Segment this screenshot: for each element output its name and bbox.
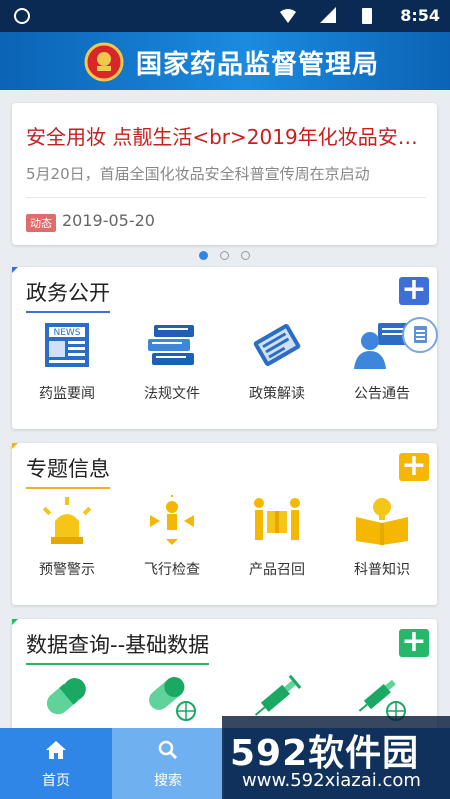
watermark-url: www.592xiazai.com <box>242 770 421 791</box>
wifi-icon <box>280 8 296 23</box>
status-bar: 8:54 <box>0 0 450 32</box>
tab-label: 首页 <box>42 773 70 789</box>
menu-item-label: 科普知识 <box>354 562 410 578</box>
menu-item-label: 预警警示 <box>39 562 95 578</box>
menu-item[interactable]: 政策解读 <box>232 319 322 403</box>
news-banner[interactable]: 安全用妆 点靓生活<br>2019年化妆品安全科普宣传周 5月20日，首届全国化… <box>12 103 437 245</box>
newspaper-icon: NEWS <box>45 323 89 367</box>
system-status-icons <box>280 7 372 24</box>
more-button[interactable]: + <box>399 451 429 481</box>
banner-headline[interactable]: 安全用妆 点靓生活<br>2019年化妆品安全科普宣传周 <box>26 121 426 150</box>
divider <box>26 197 426 198</box>
watermark-brand: 592软件园 <box>230 733 420 774</box>
capsule-globe-icon <box>149 677 196 721</box>
section-special-topics: 专题信息 + 预警警示 飞行检查 产品召回 科普知识 <box>12 443 437 605</box>
alarm-light-icon <box>42 497 92 544</box>
paper-roll-icon <box>253 323 301 367</box>
menu-item-label: 公告通告 <box>354 386 410 402</box>
menu-item[interactable]: 科普知识 <box>337 495 427 579</box>
tab-label: 搜索 <box>154 773 182 789</box>
news-tag: 动态 <box>26 214 56 232</box>
section-title: 数据查询--基础数据 <box>26 629 210 665</box>
carousel-dot[interactable] <box>220 251 229 260</box>
svg-text:NEWS: NEWS <box>53 328 80 338</box>
menu-item[interactable]: 法规文件 <box>127 319 217 403</box>
more-button[interactable]: + <box>399 275 429 305</box>
battery-icon <box>362 8 372 24</box>
app-header: 国家药品监督管理局 <box>0 32 450 90</box>
section-gov-affairs: 政务公开 + NEWS 药监要闻 法规文件 政策解读 公告通告 <box>12 267 437 429</box>
more-button[interactable]: + <box>399 627 429 657</box>
floating-document-button[interactable] <box>402 317 438 353</box>
carousel-dot[interactable] <box>199 251 208 260</box>
menu-item[interactable]: 飞行检查 <box>127 493 217 579</box>
document-icon <box>414 326 427 343</box>
section-title: 专题信息 <box>26 453 110 489</box>
capsule-icon <box>46 678 86 715</box>
menu-item-label: 法规文件 <box>144 386 200 402</box>
search-icon <box>158 740 178 760</box>
menu-item-label: 产品召回 <box>249 562 305 578</box>
banner-summary: 5月20日，首届全国化妆品安全科普宣传周在京启动 <box>26 165 370 183</box>
menu-item[interactable]: 预警警示 <box>22 495 112 579</box>
menu-item-label: 药监要闻 <box>39 386 95 402</box>
national-emblem-icon <box>84 42 124 82</box>
clock: 8:54 <box>400 6 440 25</box>
section-title: 政务公开 <box>26 277 110 313</box>
tab-home[interactable]: 首页 <box>0 728 112 799</box>
books-icon <box>148 325 194 365</box>
menu-item-label: 政策解读 <box>249 386 305 402</box>
tab-search[interactable]: 搜索 <box>112 728 224 799</box>
news-date: 2019-05-20 <box>62 211 155 230</box>
recall-icon <box>254 498 300 540</box>
menu-item-label: 飞行检查 <box>144 562 200 578</box>
watermark: 592软件园 www.592xiazai.com <box>222 716 450 799</box>
page-title: 国家药品监督管理局 <box>136 50 380 80</box>
cellular-icon <box>320 7 336 23</box>
menu-item[interactable]: 产品召回 <box>232 495 322 579</box>
inspection-icon <box>150 493 194 545</box>
menu-item[interactable] <box>127 671 217 727</box>
carousel-dot[interactable] <box>241 251 250 260</box>
home-icon <box>46 741 66 759</box>
menu-item[interactable]: NEWS 药监要闻 <box>22 319 112 403</box>
knowledge-icon <box>356 498 408 545</box>
carousel-indicator[interactable] <box>199 251 259 261</box>
shield-icon <box>14 8 30 24</box>
menu-item[interactable] <box>22 671 112 727</box>
